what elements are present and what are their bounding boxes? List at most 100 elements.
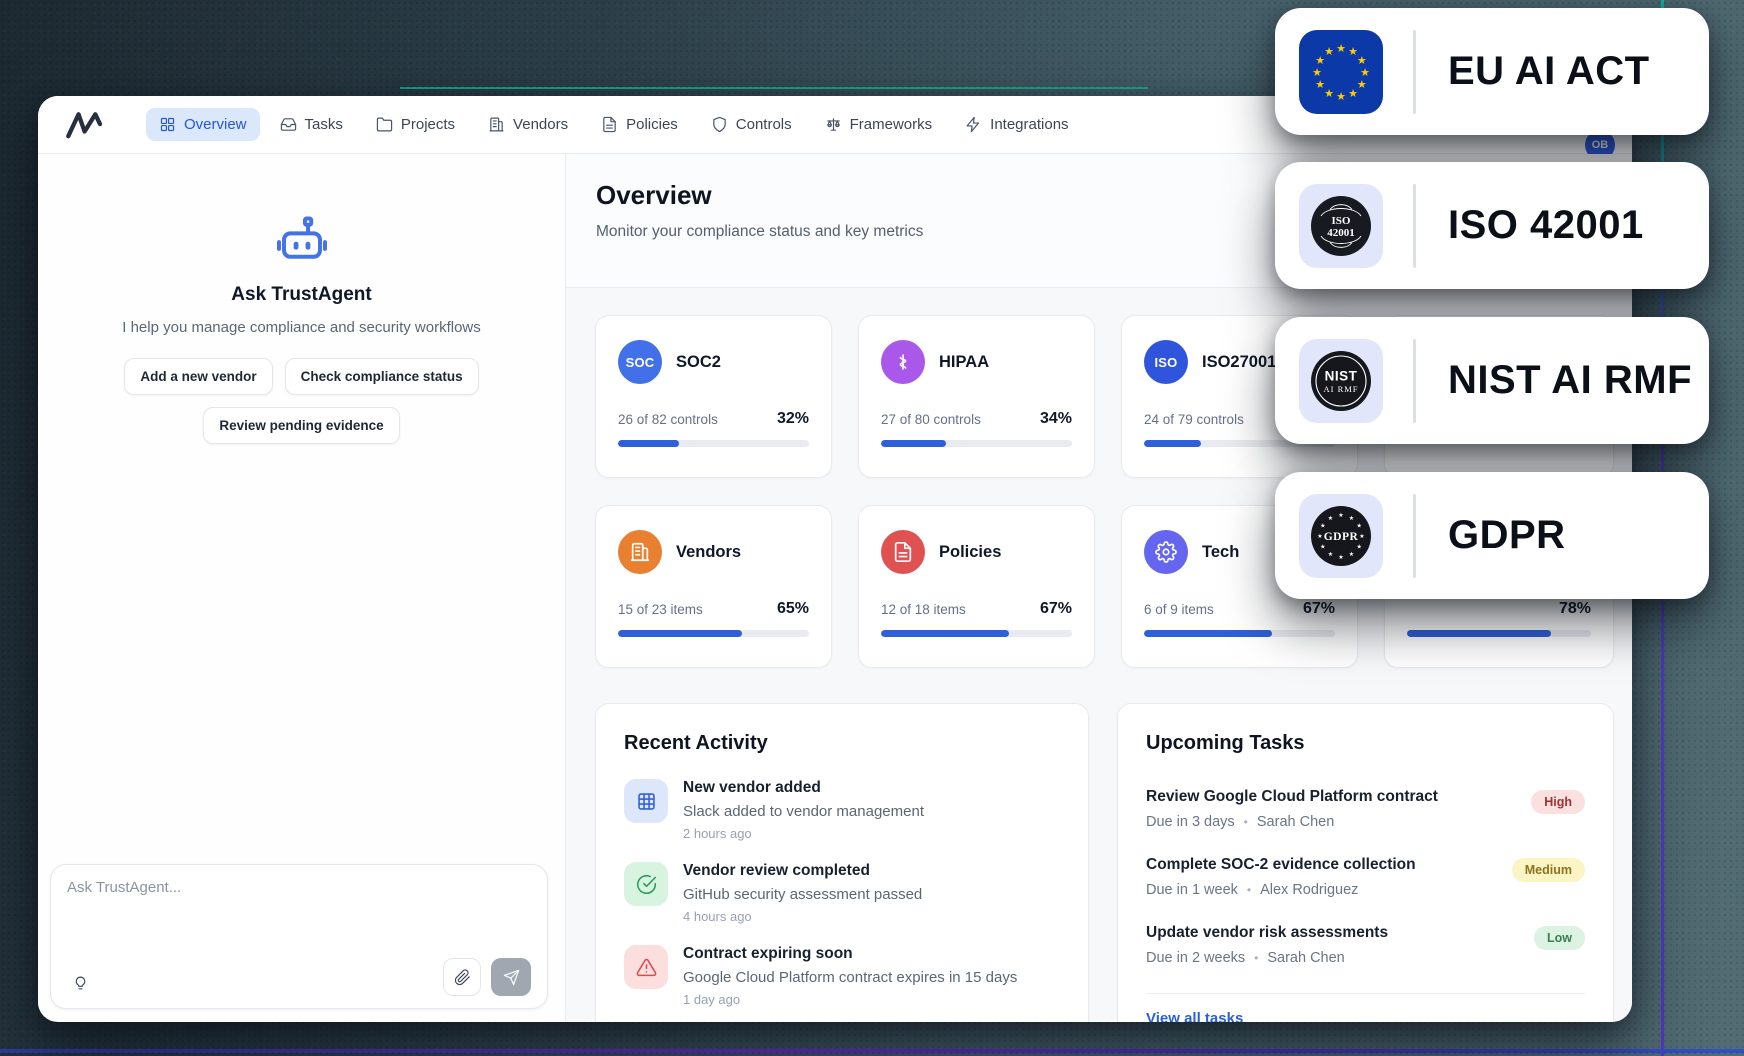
divider (1413, 493, 1416, 578)
tab-label: Tasks (304, 116, 343, 133)
tab-controls[interactable]: Controls (698, 108, 805, 141)
agent-intro: Ask TrustAgent I help you manage complia… (38, 154, 565, 444)
agent-sidebar: Ask TrustAgent I help you manage complia… (38, 154, 566, 1021)
progress-bar (618, 440, 809, 447)
stat-percent: 67% (1302, 600, 1335, 617)
check-circle-icon (624, 862, 668, 906)
stat-label: Vendors (676, 542, 742, 561)
task-row[interactable]: Update vendor risk assessments Due in 2 … (1146, 911, 1585, 979)
task-list: Review Google Cloud Platform contract Du… (1146, 775, 1585, 979)
view-all-tasks-link[interactable]: View all tasks (1146, 1010, 1243, 1022)
stat-percent: 65% (776, 600, 809, 617)
building-icon (489, 117, 504, 132)
framework-label: EU AI ACT (1448, 49, 1650, 93)
attach-button[interactable] (443, 958, 481, 996)
svg-text:★: ★ (1357, 543, 1362, 550)
tab-policies[interactable]: Policies (588, 108, 691, 141)
stat-label: HIPAA (939, 352, 990, 371)
tab-vendors[interactable]: Vendors (475, 108, 581, 141)
svg-text:★: ★ (1312, 66, 1322, 79)
svg-text:★: ★ (1336, 90, 1346, 103)
task-row[interactable]: Review Google Cloud Platform contract Du… (1146, 775, 1585, 843)
tab-integrations[interactable]: Integrations (952, 108, 1081, 141)
framework-card-nist-ai-rmf: NIST AI RMF NIST AI RMF (1275, 317, 1709, 444)
stat-card-policies[interactable]: Policies 12 of 18 items 67% (858, 505, 1095, 668)
avatar-initials: OB (1591, 139, 1609, 151)
framework-card-gdpr: ★ ★ ★ ★ ★ ★ ★ ★ ★ ★ ★ ★ GDPR GDPR (1275, 472, 1709, 599)
svg-text:★: ★ (1320, 522, 1325, 529)
tab-tasks[interactable]: Tasks (267, 108, 356, 141)
activity-item[interactable]: New vendor added Slack added to vendor m… (624, 779, 1060, 841)
shield-icon (713, 116, 726, 133)
activity-desc: Google Cloud Platform contract expires i… (683, 969, 1018, 986)
activity-time: 2 hours ago (683, 826, 752, 841)
svg-text:★: ★ (1357, 522, 1362, 529)
suggestions-button[interactable] (67, 970, 93, 996)
stat-card-soc2[interactable]: SOC SOC2 26 of 82 controls 32% (595, 315, 832, 478)
document-icon (603, 116, 616, 133)
svg-text:NIST: NIST (1325, 368, 1358, 383)
activity-item[interactable]: Contract expiring soon Google Cloud Plat… (624, 945, 1060, 1007)
svg-text:★: ★ (1324, 45, 1334, 58)
tab-projects[interactable]: Projects (363, 108, 468, 141)
recent-activity-panel: Recent Activity New vendor added Slack a… (595, 703, 1089, 1022)
task-due: Due in 1 week (1146, 882, 1238, 898)
svg-text:42001: 42001 (1327, 227, 1355, 239)
stat-percent: 67% (1039, 600, 1072, 617)
lightbulb-icon (75, 976, 85, 989)
svg-text:★: ★ (1357, 78, 1367, 91)
svg-text:★: ★ (1349, 514, 1354, 521)
framework-card-eu-ai-act: ★ ★ ★ ★ ★ ★ ★ ★ ★ ★ ★ ★ EU AI ACT (1275, 8, 1709, 135)
tab-label: Controls (735, 116, 792, 133)
tab-overview[interactable]: Overview (146, 108, 260, 141)
quick-actions: Add a new vendor Check compliance status… (38, 358, 565, 444)
send-icon (503, 969, 519, 985)
logo-zigzag-icon (66, 111, 103, 138)
stat-card-vendors[interactable]: Vendors 15 of 23 items 65% (595, 505, 832, 668)
activity-time: 4 hours ago (683, 909, 752, 924)
folder-icon (376, 117, 393, 132)
chat-footer (67, 958, 531, 996)
progress-bar (618, 630, 809, 637)
stat-percent: 78% (1558, 600, 1591, 617)
framework-label: ISO 42001 (1448, 203, 1644, 247)
svg-text:★: ★ (1328, 514, 1333, 521)
task-due: Due in 3 days (1146, 814, 1235, 830)
task-row[interactable]: Complete SOC-2 evidence collection Due i… (1146, 843, 1585, 911)
stat-count: 26 of 82 controls (618, 411, 718, 427)
tab-label: Overview (184, 116, 247, 133)
divider (1146, 993, 1585, 994)
nist-ai-rmf-seal-icon: NIST AI RMF (1299, 338, 1383, 423)
task-title: Complete SOC-2 evidence collection (1146, 856, 1416, 873)
divider (1413, 29, 1416, 114)
app-logo[interactable] (64, 111, 108, 139)
send-button[interactable] (491, 958, 531, 996)
stat-percent: 32% (776, 410, 809, 427)
activity-item[interactable]: Vendor review completed GitHub security … (624, 862, 1060, 924)
tab-label: Integrations (990, 116, 1069, 133)
svg-text:AI RMF: AI RMF (1323, 384, 1358, 394)
nav-tabs: Overview Tasks Projects Vendors Policies… (146, 108, 1082, 141)
add-vendor-button[interactable]: Add a new vendor (124, 358, 273, 395)
agent-chat-input[interactable] (67, 879, 531, 958)
task-owner: Alex Rodriguez (1260, 882, 1359, 898)
progress-bar (881, 440, 1072, 447)
policies-document-icon (881, 530, 925, 574)
agent-chat-input-box (50, 864, 548, 1009)
separator-dot: • (1243, 815, 1248, 829)
activity-title: Vendor review completed (683, 862, 870, 879)
framework-label: GDPR (1448, 513, 1566, 557)
tab-label: Policies (626, 116, 678, 133)
review-evidence-button[interactable]: Review pending evidence (203, 407, 400, 444)
divider (1413, 183, 1416, 268)
stat-card-hipaa[interactable]: HIPAA 27 of 80 controls 34% (858, 315, 1095, 478)
tab-label: Vendors (513, 116, 569, 133)
tech-gear-icon (1144, 530, 1188, 574)
svg-text:★: ★ (1328, 551, 1333, 558)
check-compliance-button[interactable]: Check compliance status (284, 358, 479, 395)
svg-text:★: ★ (1359, 533, 1364, 540)
svg-text:ISO: ISO (1332, 215, 1351, 227)
svg-text:GDPR: GDPR (1324, 531, 1359, 543)
task-due: Due in 2 weeks (1146, 950, 1246, 966)
tab-frameworks[interactable]: Frameworks (812, 108, 946, 141)
